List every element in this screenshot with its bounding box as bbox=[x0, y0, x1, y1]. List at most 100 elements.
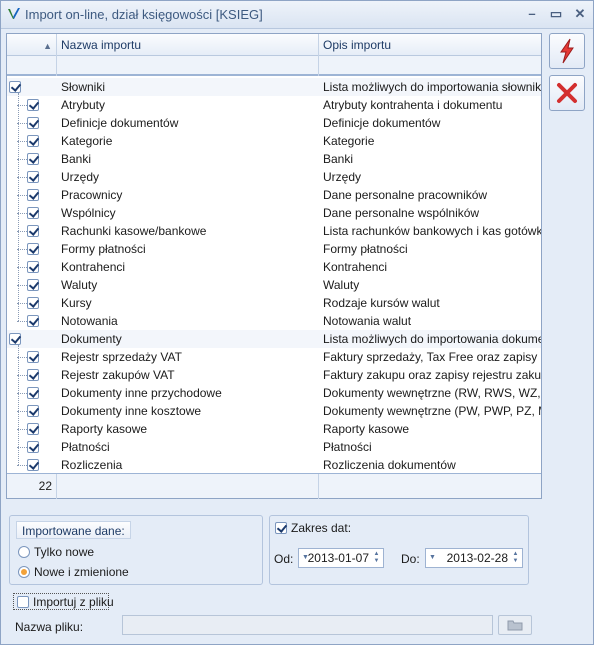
date-to-label: Do: bbox=[401, 552, 420, 566]
table-row[interactable]: Definicje dokumentów Definicje dokumentów bbox=[7, 114, 541, 132]
table-row[interactable]: Kategorie Kategorie bbox=[7, 132, 541, 150]
row-checkbox[interactable] bbox=[27, 459, 39, 471]
table-row[interactable]: Banki Banki bbox=[7, 150, 541, 168]
sort-asc-icon: ▲ bbox=[43, 41, 52, 51]
row-checkbox[interactable] bbox=[27, 387, 39, 399]
row-description: Banki bbox=[323, 152, 354, 166]
radio-new-only[interactable] bbox=[18, 546, 30, 558]
row-checkbox[interactable] bbox=[27, 261, 39, 273]
row-checkbox[interactable] bbox=[27, 369, 39, 381]
row-checkbox[interactable] bbox=[27, 117, 39, 129]
row-name: Raporty kasowe bbox=[61, 422, 148, 436]
table-row[interactable]: Raporty kasowe Raporty kasowe bbox=[7, 420, 541, 438]
row-checkbox[interactable] bbox=[9, 81, 21, 93]
spinner-icon[interactable]: ▲ ▼ bbox=[511, 551, 520, 565]
row-name: Rachunki kasowe/bankowe bbox=[61, 224, 207, 238]
row-checkbox[interactable] bbox=[27, 153, 39, 165]
date-from-field[interactable]: ▼ 2013-01-07 ▲ ▼ bbox=[298, 548, 384, 568]
table-row[interactable]: Płatności Płatności bbox=[7, 438, 541, 456]
close-icon[interactable]: ✕ bbox=[571, 6, 589, 22]
import-from-file-label[interactable]: Importuj z pliku bbox=[33, 595, 114, 609]
row-checkbox[interactable] bbox=[27, 405, 39, 417]
date-from-value: 2013-01-07 bbox=[307, 551, 369, 565]
table-row[interactable]: Rozliczenia Rozliczenia dokumentów bbox=[7, 456, 541, 474]
table-row[interactable]: Rachunki kasowe/bankowe Lista rachunków b… bbox=[7, 222, 541, 240]
row-description: Notowania walut bbox=[323, 314, 412, 328]
maximize-icon[interactable]: ▭ bbox=[547, 6, 565, 22]
cancel-x-icon bbox=[557, 83, 577, 103]
footer-cell bbox=[57, 474, 319, 499]
filter-cell[interactable] bbox=[7, 56, 57, 76]
row-checkbox[interactable] bbox=[27, 171, 39, 183]
table-row[interactable]: Dokumenty inne kosztowe Dokumenty wewnętr… bbox=[7, 402, 541, 420]
radio-new-and-changed-label[interactable]: Nowe i zmienione bbox=[34, 565, 129, 579]
minimize-icon[interactable]: – bbox=[523, 6, 541, 22]
table-row[interactable]: Formy płatności Formy płatności bbox=[7, 240, 541, 258]
radio-new-only-label[interactable]: Tylko nowe bbox=[34, 545, 94, 559]
row-description: Kategorie bbox=[323, 134, 375, 148]
row-checkbox[interactable] bbox=[27, 315, 39, 327]
run-import-button[interactable] bbox=[549, 33, 585, 69]
table-row[interactable]: Rejestr sprzedaży VAT Faktury sprzedaży, … bbox=[7, 348, 541, 366]
row-checkbox[interactable] bbox=[27, 225, 39, 237]
row-checkbox[interactable] bbox=[27, 189, 39, 201]
sort-column-header[interactable]: ▲ bbox=[7, 34, 57, 56]
row-name: Dokumenty inne kosztowe bbox=[61, 404, 202, 418]
row-checkbox[interactable] bbox=[27, 441, 39, 453]
row-checkbox[interactable] bbox=[27, 99, 39, 111]
cancel-button[interactable] bbox=[549, 75, 585, 111]
table-row[interactable]: Kontrahenci Kontrahenci bbox=[7, 258, 541, 276]
tree-group-row[interactable]: Dokumenty Lista możliwych do importowania… bbox=[7, 330, 541, 348]
table-row[interactable]: Dokumenty inne przychodowe Dokumenty wewn… bbox=[7, 384, 541, 402]
row-checkbox[interactable] bbox=[27, 135, 39, 147]
tree-group-row[interactable]: Słowniki Lista możliwych do importowania … bbox=[7, 78, 541, 96]
file-name-input[interactable] bbox=[122, 615, 493, 635]
imported-data-title: Importowane dane: bbox=[16, 521, 131, 539]
row-name: Rozliczenia bbox=[61, 458, 123, 472]
row-description: Dane personalne wspólników bbox=[323, 206, 480, 220]
folder-icon bbox=[507, 620, 523, 631]
row-description: Rodzaje kursów walut bbox=[323, 296, 440, 310]
tree-connector bbox=[18, 345, 19, 465]
row-checkbox[interactable] bbox=[27, 243, 39, 255]
table-row[interactable]: Atrybuty Atrybuty kontrahenta i dokumentu bbox=[7, 96, 541, 114]
column-header-name[interactable]: Nazwa importu bbox=[57, 34, 319, 56]
table-row[interactable]: Kursy Rodzaje kursów walut bbox=[7, 294, 541, 312]
row-name: Dokumenty bbox=[61, 332, 122, 346]
table-row[interactable]: Notowania Notowania walut bbox=[7, 312, 541, 330]
radio-new-and-changed[interactable] bbox=[18, 566, 30, 578]
table-row[interactable]: Wspólnicy Dane personalne wspólników bbox=[7, 204, 541, 222]
grid-footer: 22 bbox=[7, 473, 541, 499]
browse-file-button[interactable] bbox=[498, 615, 532, 635]
row-checkbox[interactable] bbox=[27, 351, 39, 363]
grid-filter-row[interactable] bbox=[7, 56, 541, 76]
app-icon bbox=[8, 8, 20, 19]
row-checkbox[interactable] bbox=[9, 333, 21, 345]
row-name: Wspólnicy bbox=[61, 206, 116, 220]
table-row[interactable]: Urzędy Urzędy bbox=[7, 168, 541, 186]
column-header-desc[interactable]: Opis importu bbox=[319, 34, 541, 56]
row-name: Waluty bbox=[61, 278, 98, 292]
table-row[interactable]: Waluty Waluty bbox=[7, 276, 541, 294]
table-row[interactable]: Rejestr zakupów VAT Faktury zakupu oraz z… bbox=[7, 366, 541, 384]
row-checkbox[interactable] bbox=[27, 297, 39, 309]
row-checkbox[interactable] bbox=[27, 279, 39, 291]
grid-header: ▲ Nazwa importu Opis importu bbox=[7, 34, 541, 56]
row-name: Kategorie bbox=[61, 134, 113, 148]
row-checkbox[interactable] bbox=[27, 423, 39, 435]
date-to-field[interactable]: ▼ 2013-02-28 ▲ ▼ bbox=[425, 548, 523, 568]
row-checkbox[interactable] bbox=[27, 207, 39, 219]
filter-cell-desc[interactable] bbox=[319, 56, 541, 76]
import-from-file-focus[interactable]: Importuj z pliku bbox=[13, 593, 114, 610]
row-description: Faktury zakupu oraz zapisy rejestru zaku… bbox=[323, 368, 541, 382]
footer-cell bbox=[319, 474, 541, 499]
dropdown-icon[interactable]: ▼ bbox=[429, 549, 436, 567]
row-description: Faktury sprzedaży, Tax Free oraz zapisy … bbox=[323, 350, 541, 364]
row-name: Rejestr zakupów VAT bbox=[61, 368, 175, 382]
date-range-label[interactable]: Zakres dat: bbox=[291, 521, 351, 535]
filter-cell-name[interactable] bbox=[57, 56, 319, 76]
import-from-file-checkbox[interactable] bbox=[17, 596, 29, 608]
date-range-checkbox[interactable] bbox=[275, 522, 287, 534]
spinner-icon[interactable]: ▲ ▼ bbox=[372, 551, 381, 565]
table-row[interactable]: Pracownicy Dane personalne pracowników bbox=[7, 186, 541, 204]
